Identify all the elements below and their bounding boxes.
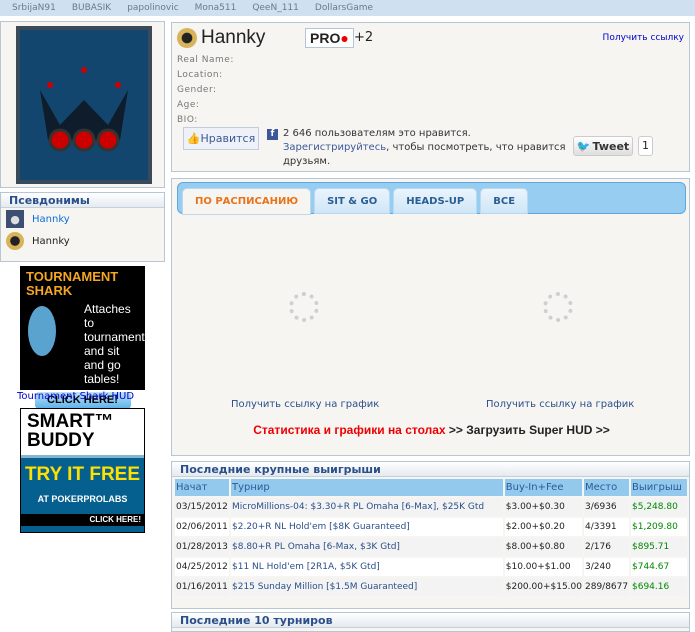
graph-link[interactable]: Получить ссылку на график <box>486 399 634 410</box>
tab-scheduled[interactable]: ПО РАСПИСАНИЮ <box>182 188 312 215</box>
ad-cta: TRY IT FREE <box>24 464 141 485</box>
buyin-cell: $8.00+$0.80 <box>504 538 582 556</box>
tournament-link-cell[interactable]: MicroMillions-04: $3.30+R PL Omaha [6-Ma… <box>231 498 503 516</box>
place-cell: 2/176 <box>584 538 629 556</box>
tournament-shark-ad[interactable]: TOURNAMENT SHARK Attaches to tournament … <box>20 266 145 409</box>
tournament-link-cell[interactable]: $8.80+R PL Omaha [6-Max, $3K Gtd] <box>231 538 503 556</box>
profile-panel: Hannky PRO● +2 Получить ссылку Real Name… <box>171 22 690 172</box>
extra-badges-count[interactable]: +2 <box>354 30 373 45</box>
big-wins-panel: Последние крупные выигрыши Начат Турнир … <box>171 461 690 609</box>
table-row: 01/28/2013 $8.80+R PL Omaha [6-Max, $3K G… <box>175 538 687 556</box>
shark-mascot-icon <box>28 306 56 356</box>
smart-buddy-ad[interactable]: SMART™ BUDDY TRY IT FREE AT POKERPROLABS… <box>20 408 145 533</box>
ad-click-button[interactable]: CLICK HERE! <box>21 514 144 526</box>
player-link[interactable]: SrbijaN91 <box>12 3 56 13</box>
winnings-cell: $895.71 <box>631 538 687 556</box>
tournament-tabs: ПО РАСПИСАНИЮ SIT & GO HEADS-UP ВСЕ <box>177 182 686 215</box>
date-cell: 01/28/2013 <box>175 538 229 556</box>
graph-link[interactable]: Получить ссылку на график <box>231 399 379 410</box>
loading-spinner-icon <box>289 292 319 322</box>
col-tournament[interactable]: Турнир <box>231 479 503 496</box>
super-hud-link[interactable]: Статистика и графики на столах >> Загруз… <box>172 423 691 437</box>
spade-icon <box>177 28 197 48</box>
col-buyin[interactable]: Buy-In+Fee <box>504 479 582 496</box>
get-link[interactable]: Получить ссылку <box>603 33 684 43</box>
table-row: 04/25/2012 $11 NL Hold'em [2R1A, $5K Gtd]… <box>175 558 687 576</box>
ad-sub: AT POKERPROLABS <box>37 494 128 504</box>
col-started[interactable]: Начат <box>175 479 229 496</box>
stats-panel: ПО РАСПИСАНИЮ SIT & GO HEADS-UP ВСЕ Полу… <box>171 178 690 456</box>
date-cell: 04/25/2012 <box>175 558 229 576</box>
place-cell: 3/240 <box>584 558 629 576</box>
avatar <box>16 26 152 184</box>
winnings-cell: $5,248.80 <box>631 498 687 516</box>
pseudonyms-title: Псевдонимы <box>1 193 164 208</box>
tab-sit-and-go[interactable]: SIT & GO <box>314 188 391 214</box>
bio-label: BIO: <box>177 115 198 125</box>
col-place[interactable]: Место <box>584 479 629 496</box>
last-10-title: Последние 10 турниров <box>172 613 689 628</box>
player-link[interactable]: Mona511 <box>195 3 237 13</box>
pro-badge: PRO● <box>305 28 354 48</box>
loading-spinner-icon <box>543 292 573 322</box>
tournament-shark-link[interactable]: Tournament Shark HUD <box>17 391 134 402</box>
col-winnings[interactable]: Выигрыш <box>631 479 687 496</box>
buyin-cell: $200.00+$15.00 <box>504 578 582 596</box>
buyin-cell: $2.00+$0.20 <box>504 518 582 536</box>
location-label: Location: <box>177 70 223 80</box>
facebook-like-button[interactable]: 👍 Нравится <box>183 127 259 150</box>
winnings-cell: $1,209.80 <box>631 518 687 536</box>
winnings-cell: $694.16 <box>631 578 687 596</box>
date-cell: 03/15/2012 <box>175 498 229 516</box>
table-row: 02/06/2011 $2.20+R NL Hold'em [$8K Guaran… <box>175 518 687 536</box>
tab-all[interactable]: ВСЕ <box>480 188 529 214</box>
twitter-bird-icon: 🐦 <box>576 139 591 153</box>
place-cell: 289/8677 <box>584 578 629 596</box>
pseudonym-item[interactable]: ● Hannky <box>1 208 164 230</box>
like-count: 2 646 пользователям это нравится. <box>283 128 471 139</box>
avatar-panel <box>0 21 165 188</box>
recent-players-bar: SrbijaN91 BUBASIK papolinovic Mona511 Qe… <box>0 0 695 16</box>
buyin-cell: $10.00+$1.00 <box>504 558 582 576</box>
player-name: Hannky <box>201 27 266 48</box>
tournament-link-cell[interactable]: $2.20+R NL Hold'em [$8K Guaranteed] <box>231 518 503 536</box>
tweet-count: 1 <box>638 136 653 156</box>
pseudonym-item: Hannky <box>1 230 164 252</box>
date-cell: 02/06/2011 <box>175 518 229 536</box>
user-icon: ● <box>6 210 24 228</box>
big-wins-title: Последние крупные выигрыши <box>172 462 689 477</box>
table-row: 03/15/2012 MicroMillions-04: $3.30+R PL O… <box>175 498 687 516</box>
register-link[interactable]: Зарегистрируйтесь <box>283 142 386 153</box>
buyin-cell: $3.00+$0.30 <box>504 498 582 516</box>
real-name-label: Real Name: <box>177 55 234 65</box>
player-link[interactable]: QeeN_111 <box>252 3 299 13</box>
player-link[interactable]: papolinovic <box>127 3 178 13</box>
pseudonym-name[interactable]: Hannky <box>32 214 70 225</box>
tournament-link-cell[interactable]: $215 Sunday Million [$1.5M Guaranteed] <box>231 578 503 596</box>
spade-icon <box>6 232 24 250</box>
age-label: Age: <box>177 100 200 110</box>
ad-title: TOURNAMENT SHARK <box>26 269 119 298</box>
player-link[interactable]: BUBASIK <box>72 3 111 13</box>
place-cell: 3/6936 <box>584 498 629 516</box>
winnings-cell: $744.67 <box>631 558 687 576</box>
player-link[interactable]: DollarsGame <box>315 3 373 13</box>
ad-text: Attaches to tournament and sit and go ta… <box>84 302 145 386</box>
last-10-panel: Последние 10 турниров <box>171 612 690 632</box>
gender-label: Gender: <box>177 85 217 95</box>
facebook-icon: f <box>267 129 278 140</box>
tab-heads-up[interactable]: HEADS-UP <box>393 188 478 214</box>
tweet-button[interactable]: 🐦 Tweet <box>573 136 633 156</box>
pseudonym-name: Hannky <box>32 235 70 247</box>
ad-title: SMART™ BUDDY <box>21 409 144 455</box>
thumbs-up-icon: 👍 <box>186 132 201 145</box>
big-wins-table: Начат Турнир Buy-In+Fee Место Выигрыш 03… <box>173 477 689 598</box>
tournament-link-cell[interactable]: $11 NL Hold'em [2R1A, $5K Gtd] <box>231 558 503 576</box>
place-cell: 4/3391 <box>584 518 629 536</box>
date-cell: 01/16/2011 <box>175 578 229 596</box>
pseudonyms-panel: Псевдонимы ● Hannky Hannky <box>0 192 165 262</box>
table-row: 01/16/2011 $215 Sunday Million [$1.5M Gua… <box>175 578 687 596</box>
